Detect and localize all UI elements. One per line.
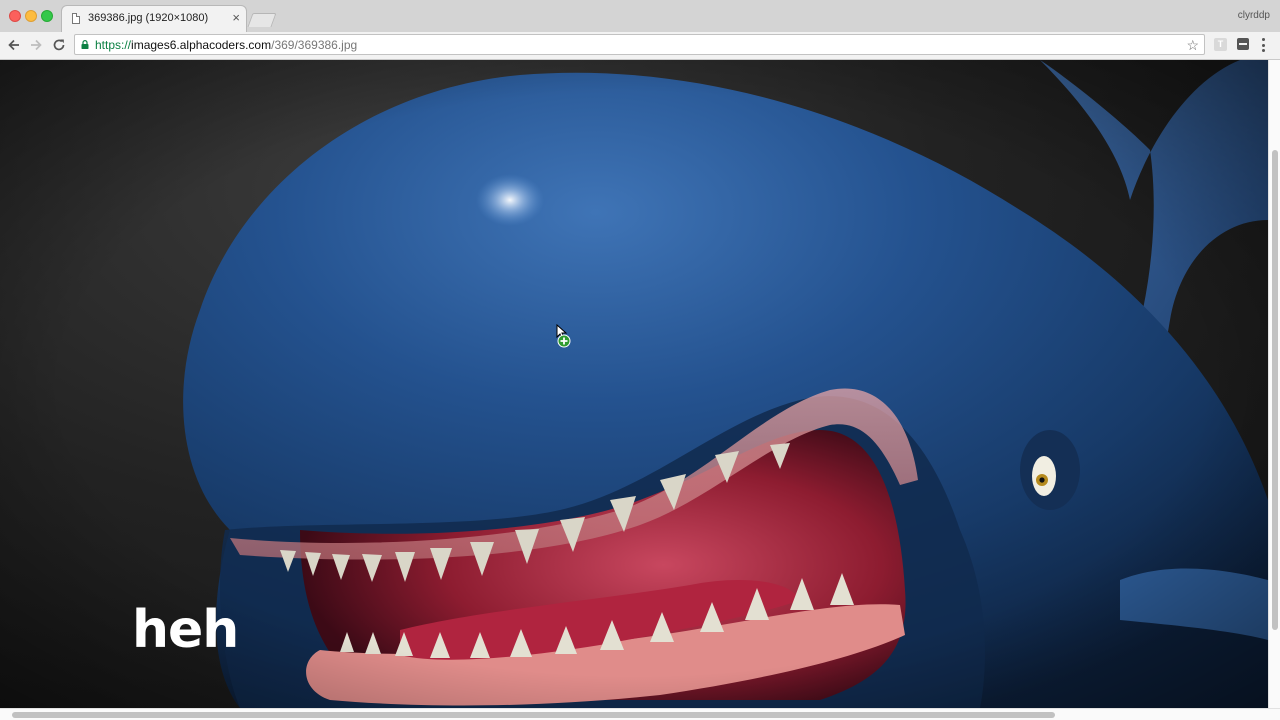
url-host: images6.alphacoders.com: [131, 38, 272, 52]
browser-menu-icon[interactable]: [1262, 38, 1266, 52]
forward-button[interactable]: [27, 36, 45, 54]
tab-title: 369386.jpg (1920×1080): [88, 12, 209, 24]
reload-icon: [53, 39, 65, 51]
url-text[interactable]: https://images6.alphacoders.com/369/3693…: [95, 38, 357, 52]
extension-t-icon[interactable]: T: [1214, 38, 1227, 51]
horizontal-scrollbar[interactable]: [0, 708, 1280, 720]
url-path: /369/369386.jpg: [271, 38, 358, 52]
back-arrow-icon: [8, 39, 19, 51]
document-icon: [72, 13, 80, 24]
back-button[interactable]: [5, 36, 23, 54]
tab-close-icon[interactable]: ×: [232, 11, 240, 25]
forward-arrow-icon: [31, 39, 42, 51]
minimize-window-button[interactable]: [25, 10, 37, 22]
maximize-window-button[interactable]: [41, 10, 53, 22]
browser-tab[interactable]: 369386.jpg (1920×1080) ×: [62, 6, 246, 32]
vertical-scrollbar[interactable]: [1268, 60, 1280, 708]
close-window-button[interactable]: [9, 10, 21, 22]
caption-text: heh: [132, 600, 239, 660]
bookmark-star-icon[interactable]: ☆: [1186, 37, 1199, 53]
profile-name[interactable]: clyrddp: [1238, 10, 1270, 21]
title-bar: 369386.jpg (1920×1080) × clyrddp: [0, 0, 1280, 32]
new-tab-button[interactable]: [247, 13, 277, 27]
lock-icon[interactable]: [81, 40, 89, 49]
url-scheme: https://: [95, 38, 132, 52]
page-viewport: heh: [0, 60, 1268, 708]
extension-incognito-icon[interactable]: [1237, 38, 1249, 50]
browser-toolbar: https://images6.alphacoders.com/369/3693…: [0, 32, 1280, 60]
copy-cursor-icon: [556, 324, 571, 348]
address-bar[interactable]: https://images6.alphacoders.com/369/3693…: [74, 34, 1205, 55]
vertical-scroll-thumb[interactable]: [1272, 150, 1278, 630]
reload-button[interactable]: [50, 36, 68, 54]
horizontal-scroll-thumb[interactable]: [12, 712, 1055, 718]
